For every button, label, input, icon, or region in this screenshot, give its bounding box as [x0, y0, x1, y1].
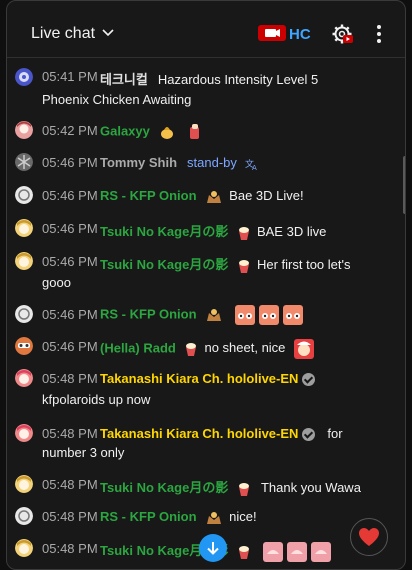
gear-icon[interactable] [331, 23, 353, 45]
emoji-icon [262, 541, 331, 562]
youtube-red-badge-icon[interactable] [258, 25, 286, 41]
message-text: no sheet, nice [204, 340, 286, 356]
member-badge-icon [238, 482, 249, 496]
avatar[interactable] [15, 305, 33, 323]
member-badge-icon [207, 309, 222, 321]
avatar[interactable] [15, 369, 33, 387]
author-name[interactable]: Takanashi Kiara Ch. hololive-EN [100, 371, 298, 386]
member-badge-icon [186, 343, 197, 356]
member-badge-icon [207, 190, 222, 203]
chat-message: 05:46 PM (Hella) Radd no sheet, nice [7, 336, 405, 359]
message-text: Bae 3D Live! [229, 188, 304, 203]
chat-message: 05:48 PM Tsuki No Kage月の影 Thank you Wawa [7, 474, 405, 496]
message-timestamp: 05:46 PM [42, 307, 98, 322]
hc-badge-label[interactable]: HC [289, 26, 311, 43]
svg-text:A: A [252, 164, 257, 171]
heart-icon [359, 528, 379, 546]
message-text: for [327, 426, 343, 441]
avatar[interactable] [15, 68, 33, 86]
member-badge-icon [238, 259, 249, 273]
chat-message: 05:46 PM Tsuki No Kage月の影 Her first too … [7, 251, 405, 295]
message-list[interactable]: 05:41 PM 테크니컬 Hazardous Intensity Level 5… [7, 58, 405, 569]
author-name[interactable]: Tsuki No Kage月の影 [100, 480, 228, 495]
message-timestamp: 05:42 PM [42, 123, 98, 138]
message-text-continued: kfpolaroids up now [42, 392, 151, 407]
avatar[interactable] [15, 337, 33, 355]
chat-message: 05:41 PM 테크니컬 Hazardous Intensity Level 5… [7, 66, 405, 110]
translate-icon[interactable]: 文A [245, 157, 259, 171]
chevron-down-icon[interactable] [101, 26, 115, 40]
chat-message: 05:48 PM Takanashi Kiara Ch. hololive-EN… [7, 423, 405, 467]
chat-message: 05:46 PM Tommy Shih stand-by 文A [7, 152, 405, 174]
chat-header: Live chat HC [7, 1, 405, 58]
message-timestamp: 05:48 PM [42, 509, 98, 524]
chat-message: 05:46 PM Tsuki No Kage月の影 BAE 3D live [7, 218, 405, 240]
avatar[interactable] [15, 186, 33, 204]
message-timestamp: 05:46 PM [42, 155, 98, 170]
avatar[interactable] [15, 153, 33, 171]
message-text: Thank you Wawa [260, 480, 361, 495]
chat-message: 05:48 PM Takanashi Kiara Ch. hololive-EN… [7, 368, 405, 412]
message-text-continued: Phoenix Chicken Awaiting [42, 92, 192, 107]
message-text-continued: number 3 only [42, 445, 125, 460]
avatar[interactable] [15, 507, 33, 525]
live-chat-panel: Live chat HC 05:41 PM 테크니컬 Hazardous Int… [6, 0, 406, 570]
message-timestamp: 05:46 PM [42, 188, 98, 203]
message-text: stand-by [187, 155, 237, 170]
message-text: BAE 3D live [256, 224, 327, 239]
scrollbar-thumb[interactable] [403, 156, 405, 214]
author-name[interactable]: (Hella) Radd [100, 340, 176, 355]
author-name[interactable]: RS - KFP Onion [100, 188, 197, 203]
chat-title[interactable]: Live chat [31, 25, 95, 43]
member-badge-icon [238, 545, 249, 559]
chat-message: 05:48 PM RS - KFP Onion nice! [7, 506, 405, 528]
author-name[interactable]: Tsuki No Kage月の影 [100, 257, 228, 272]
author-name[interactable]: Tsuki No Kage月の影 [100, 224, 228, 239]
author-name[interactable]: 테크니컬 [100, 72, 148, 87]
arrow-down-icon [207, 542, 219, 555]
verified-icon [302, 428, 316, 442]
message-timestamp: 05:46 PM [42, 339, 98, 354]
reaction-button[interactable] [350, 518, 388, 556]
more-vertical-icon[interactable] [371, 23, 387, 45]
member-badge-icon [207, 511, 222, 524]
author-name[interactable]: RS - KFP Onion [100, 509, 197, 524]
message-text: Her first too let's [256, 257, 351, 272]
member-badge-icon [238, 226, 249, 240]
author-name[interactable]: Tommy Shih [100, 155, 177, 170]
member-badge-icon [160, 127, 173, 139]
avatar[interactable] [15, 219, 33, 237]
avatar[interactable] [15, 475, 33, 493]
emoji-icon [294, 339, 315, 359]
message-text: nice! [229, 509, 257, 524]
message-text: Hazardous Intensity Level 5 [157, 72, 319, 87]
chat-message: 05:46 PM RS - KFP Onion [7, 302, 405, 326]
message-timestamp: 05:48 PM [42, 541, 98, 556]
scroll-to-bottom-button[interactable] [199, 534, 227, 562]
emoji-icon [190, 124, 200, 139]
message-timestamp: 05:48 PM [42, 371, 98, 386]
message-timestamp: 05:48 PM [42, 477, 98, 492]
avatar[interactable] [15, 121, 33, 139]
avatar[interactable] [15, 424, 33, 442]
message-text-continued: gooo [42, 275, 71, 290]
avatar[interactable] [15, 252, 33, 270]
message-timestamp: 05:46 PM [42, 221, 98, 236]
verified-icon [302, 373, 316, 387]
author-name[interactable]: Galaxyy [100, 123, 150, 138]
chat-message: 05:46 PM RS - KFP Onion Bae 3D Live! [7, 185, 405, 207]
chat-message: 05:42 PM Galaxyy [7, 120, 405, 142]
avatar[interactable] [15, 539, 33, 557]
author-name[interactable]: Takanashi Kiara Ch. hololive-EN [100, 426, 298, 441]
message-timestamp: 05:46 PM [42, 254, 98, 269]
message-timestamp: 05:48 PM [42, 426, 98, 441]
message-timestamp: 05:41 PM [42, 69, 98, 84]
emoji-icon [234, 305, 303, 325]
author-name[interactable]: RS - KFP Onion [100, 306, 197, 321]
